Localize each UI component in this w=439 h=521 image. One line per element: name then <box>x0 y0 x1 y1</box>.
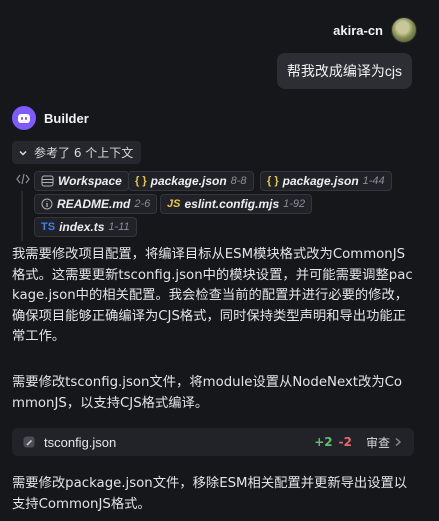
chevron-down-icon <box>19 150 27 156</box>
markdown-info-icon <box>41 198 53 210</box>
edit-file-icon <box>23 436 35 448</box>
javascript-icon: JS <box>167 198 181 210</box>
additions-count: +2 <box>314 435 333 449</box>
context-toggle[interactable]: 参考了 6 个上下文 <box>12 141 142 164</box>
user-avatar[interactable] <box>391 17 417 43</box>
ref-range: 1-11 <box>108 221 130 233</box>
json-braces-icon: { } <box>135 175 147 187</box>
tree-connector-icon <box>21 191 23 241</box>
context-toggle-label: 参考了 6 个上下文 <box>34 146 134 160</box>
chevron-right-icon <box>395 437 402 447</box>
file-change-card[interactable]: tsconfig.json +2 -2 审查 <box>12 428 414 456</box>
ref-range: 8-8 <box>230 175 247 187</box>
robot-icon <box>12 106 36 130</box>
file-change-filename: tsconfig.json <box>44 434 117 450</box>
ref-range: 1-92 <box>283 198 306 210</box>
ref-chip-package-json-2[interactable]: { } package.json 1-44 <box>260 171 392 191</box>
ref-name: README.md <box>57 197 131 211</box>
review-label: 审查 <box>365 435 390 450</box>
ref-chip-readme[interactable]: README.md 2-6 <box>34 194 158 214</box>
ref-name: index.ts <box>59 220 105 234</box>
ref-chip-index-ts[interactable]: TS index.ts 1-11 <box>34 217 137 237</box>
ref-name: package.json <box>282 174 359 188</box>
ref-chip-package-json-1[interactable]: { } package.json 8-8 <box>128 171 254 191</box>
ref-name: eslint.config.mjs <box>184 197 280 211</box>
ref-name: package.json <box>150 174 227 188</box>
assistant-paragraph-3: 需要修改package.json文件，移除ESM相关配置并更新导出设置以支持Co… <box>12 476 408 512</box>
user-name: akira-cn <box>333 22 383 38</box>
assistant-paragraph-1: 我需要修改项目配置，将编译目标从ESM模块格式改为CommonJS格式。这需要更… <box>12 247 413 344</box>
ref-name: Workspace <box>58 174 122 188</box>
review-button[interactable]: 审查 <box>366 434 402 451</box>
ref-chip-eslint-config[interactable]: JS eslint.config.mjs 1-92 <box>160 194 313 214</box>
json-braces-icon: { } <box>267 175 279 187</box>
typescript-icon: TS <box>41 221 56 233</box>
user-message-bubble: 帮我改成编译为cjs <box>276 53 412 89</box>
deletions-count: -2 <box>338 435 352 449</box>
assistant-name: Builder <box>44 110 89 126</box>
assistant-paragraph-2: 需要修改tsconfig.json文件，将module设置从NodeNext改为… <box>12 375 403 411</box>
assistant-header: Builder <box>12 106 89 130</box>
user-header: akira-cn <box>333 17 417 43</box>
code-icon <box>16 174 30 184</box>
ref-chip-workspace[interactable]: Workspace <box>34 171 129 191</box>
ref-range: 1-44 <box>362 175 385 187</box>
workspace-icon <box>41 175 54 187</box>
ref-range: 2-6 <box>134 198 151 210</box>
